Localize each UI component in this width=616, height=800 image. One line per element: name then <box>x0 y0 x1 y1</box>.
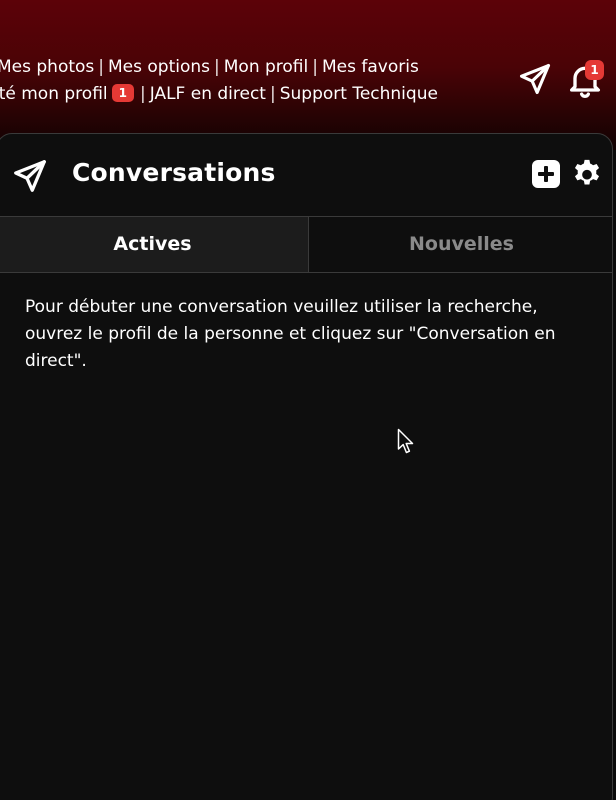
top-header: Mes photos | Mes options | Mon profil | Mes fa… <box>0 0 616 150</box>
nav-separator: | <box>140 84 146 104</box>
conversation-tabs: Actives Nouvelles <box>0 216 612 273</box>
nav-link-support-technique[interactable]: Support Technique <box>280 84 438 104</box>
nav-separator: | <box>214 57 220 77</box>
add-conversation-button[interactable] <box>532 160 560 188</box>
panel-title: Conversations <box>72 158 276 187</box>
nav-link-mes-photos[interactable]: Mes photos <box>0 57 94 77</box>
empty-state-message: Pour débuter une conversation veuillez u… <box>25 297 556 371</box>
visits-count-badge: 1 <box>111 84 134 102</box>
gear-icon[interactable] <box>570 157 604 191</box>
notification-badge: 1 <box>585 60 604 80</box>
nav-link-visites-profil[interactable]: lté mon profil <box>0 84 108 104</box>
nav-separator: | <box>312 57 318 77</box>
tab-nouvelles[interactable]: Nouvelles <box>309 217 612 272</box>
nav-link-mon-profil[interactable]: Mon profil <box>224 57 309 77</box>
nav-line-1: Mes photos | Mes options | Mon profil | Mes fa… <box>0 54 505 81</box>
tab-actives[interactable]: Actives <box>0 217 309 272</box>
mouse-cursor-icon <box>397 428 414 454</box>
nav-separator: | <box>98 57 105 77</box>
nav-link-jalf-en-direct[interactable]: JALF en direct <box>150 84 266 104</box>
panel-header: Conversations <box>0 134 612 216</box>
nav-separator: | <box>269 84 276 104</box>
top-nav: Mes photos | Mes options | Mon profil | Mes fa… <box>0 54 505 108</box>
conversations-panel: Conversations Actives Nouvelles Pour déb… <box>0 133 613 800</box>
send-icon[interactable] <box>518 62 552 96</box>
nav-link-mes-favoris[interactable]: Mes favoris <box>322 57 419 77</box>
app-root: Mes photos | Mes options | Mon profil | Mes fa… <box>0 0 616 800</box>
nav-link-mes-options[interactable]: Mes options <box>108 57 210 77</box>
send-icon <box>14 160 46 192</box>
nav-line-2: lté mon profil 1 | JALF en direct | Support T… <box>0 81 505 108</box>
